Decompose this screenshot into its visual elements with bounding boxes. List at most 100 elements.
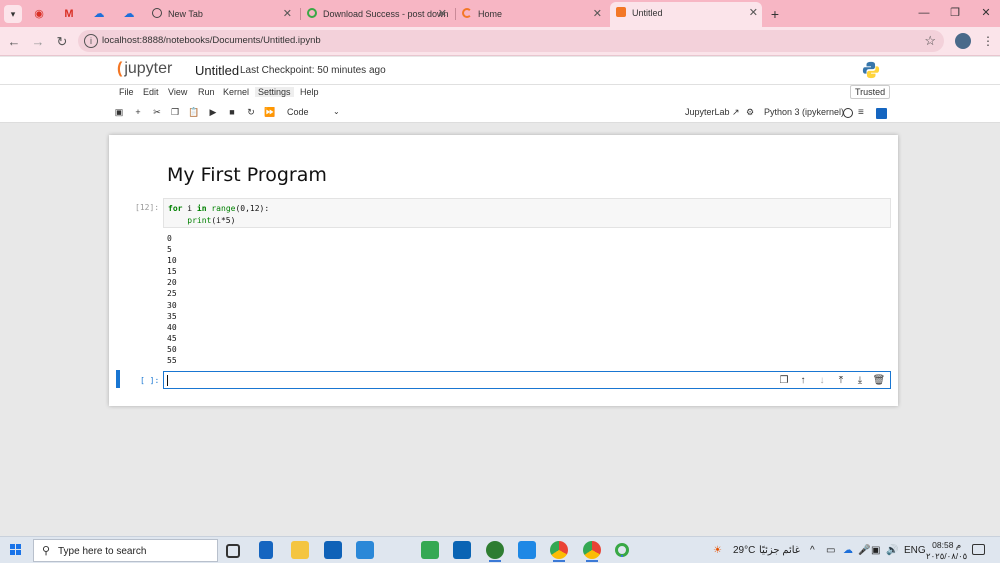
close-tab-icon[interactable]: ✕ xyxy=(749,2,758,24)
insert-below-icon[interactable]: ⤓ xyxy=(853,374,867,388)
restart-icon[interactable]: ↻ xyxy=(244,106,258,119)
clock[interactable]: 08:58 م ٢٠٢٥/٠٨/٠٥ xyxy=(926,540,967,562)
jupyterlab-link[interactable]: JupyterLab ↗ xyxy=(685,107,740,118)
restore-icon[interactable]: ❐ xyxy=(943,4,967,22)
chrome-icon[interactable] xyxy=(550,541,568,562)
markdown-heading[interactable]: My First Program xyxy=(167,164,327,186)
pinned-tab-onedrive-icon[interactable]: ☁ xyxy=(88,5,110,23)
outlook-icon[interactable] xyxy=(453,541,471,559)
meet-icon[interactable] xyxy=(421,541,439,559)
menu-kernel[interactable]: Kernel xyxy=(223,87,249,97)
database-app-icon[interactable] xyxy=(518,541,536,559)
microphone-icon[interactable]: 🎤 xyxy=(858,545,870,556)
hamburger-menu-icon[interactable]: ≡ xyxy=(858,107,864,118)
tab-label: New Tab xyxy=(168,9,203,19)
search-icon: ⚲ xyxy=(42,545,51,557)
pinned-tab-pinterest-icon[interactable]: ◉ xyxy=(28,5,50,23)
restart-run-all-icon[interactable]: ⏩ xyxy=(263,106,277,119)
pinned-tab-gmail-icon[interactable]: M xyxy=(58,5,80,23)
reload-icon[interactable]: ↻ xyxy=(53,33,71,51)
url-text[interactable]: localhost:8888/notebooks/Documents/Untit… xyxy=(102,35,321,46)
back-icon[interactable]: ← xyxy=(5,33,23,51)
move-up-icon[interactable]: ↑ xyxy=(796,374,810,388)
tab-label: Home xyxy=(478,9,503,19)
microsoft-store-icon[interactable] xyxy=(324,541,342,559)
menu-help[interactable]: Help xyxy=(300,87,319,97)
tab-untitled[interactable]: Untitled ✕ xyxy=(610,2,762,27)
property-inspector-icon[interactable] xyxy=(876,108,887,119)
windows-start-icon[interactable] xyxy=(10,544,22,556)
trusted-indicator[interactable]: Trusted xyxy=(850,85,891,99)
code-cell-prompt: [12]: xyxy=(135,203,160,212)
kernel-name[interactable]: Python 3 (ipykernel) xyxy=(764,107,844,117)
tab-new-tab[interactable]: New Tab ✕ xyxy=(150,4,296,24)
file-explorer-icon[interactable] xyxy=(291,541,309,559)
notebook-toolbar: ▣ + ✂ ❐ 📋 ▶ ■ ↻ ⏩ Code ⌄ JupyterLab ↗ ⚙ … xyxy=(0,102,1000,123)
cell-output: 0 5 10 15 20 25 30 35 40 45 50 55 xyxy=(167,233,177,366)
code-editor[interactable]: for i in range(0,12): print(i*5) xyxy=(168,203,269,227)
output-line: 0 xyxy=(167,234,172,243)
loading-app-icon[interactable] xyxy=(615,543,629,557)
output-line: 40 xyxy=(167,322,177,332)
delete-cell-icon[interactable]: 🗑 xyxy=(872,374,886,388)
site-info-icon[interactable]: i xyxy=(84,34,98,48)
app-icon[interactable] xyxy=(486,541,504,562)
output-line: 55 xyxy=(167,356,177,366)
menu-run[interactable]: Run xyxy=(198,87,215,97)
network-icon[interactable]: ▣ xyxy=(871,545,880,556)
minimize-icon[interactable]: — xyxy=(912,4,936,22)
save-icon[interactable]: ▣ xyxy=(112,106,126,119)
tab-home[interactable]: Home ✕ xyxy=(460,4,606,24)
tab-search-dropdown-icon[interactable]: ▾ xyxy=(4,5,22,23)
duplicate-cell-icon[interactable]: ❐ xyxy=(777,374,791,388)
bookmark-app-icon[interactable] xyxy=(259,541,273,559)
mail-icon[interactable] xyxy=(356,541,374,559)
close-tab-icon[interactable]: ✕ xyxy=(283,4,292,24)
chevron-down-icon[interactable]: ⌄ xyxy=(333,107,340,116)
tray-app-icon[interactable]: ▭ xyxy=(826,545,835,556)
bookmark-star-icon[interactable]: ☆ xyxy=(924,33,936,49)
cut-icon[interactable]: ✂ xyxy=(150,106,164,119)
jupyter-logo[interactable]: (jupyter xyxy=(117,60,172,78)
copy-icon[interactable]: ❐ xyxy=(168,106,182,119)
gear-icon[interactable]: ⚙ xyxy=(746,107,754,118)
windows-taskbar: ⚲ Type here to search ☀ 29°C غائم جزئيًا… xyxy=(0,536,1000,563)
close-window-icon[interactable]: ✕ xyxy=(974,4,998,22)
close-tab-icon[interactable]: ✕ xyxy=(593,4,602,24)
code-cell[interactable]: for i in range(0,12): print(i*5) xyxy=(163,198,891,228)
browser-menu-icon[interactable]: ⋮ xyxy=(982,33,994,49)
forward-icon[interactable]: → xyxy=(29,33,47,51)
onedrive-icon[interactable]: ☁ xyxy=(843,545,853,556)
tab-download-success[interactable]: Download Success - post down ✕ xyxy=(305,4,451,24)
stop-icon[interactable]: ■ xyxy=(225,106,239,119)
insert-above-icon[interactable]: ⤒ xyxy=(834,374,848,388)
notebook-title[interactable]: Untitled xyxy=(195,63,239,78)
menu-file[interactable]: File xyxy=(119,87,134,97)
menu-settings[interactable]: Settings xyxy=(255,87,294,97)
move-down-icon[interactable]: ↓ xyxy=(815,374,829,388)
paste-icon[interactable]: 📋 xyxy=(187,106,201,119)
close-tab-icon[interactable]: ✕ xyxy=(438,4,447,24)
cell-type-select[interactable]: Code xyxy=(287,107,309,117)
menu-view[interactable]: View xyxy=(168,87,187,97)
weather-temp[interactable]: 29°C xyxy=(733,545,755,556)
language-indicator[interactable]: ENG xyxy=(904,545,926,556)
show-hidden-icons[interactable]: ^ xyxy=(810,545,815,556)
weather-icon[interactable]: ☀ xyxy=(713,545,722,556)
notification-icon[interactable] xyxy=(972,544,985,555)
output-line: 25 xyxy=(167,289,177,299)
empty-code-cell[interactable]: ❐ ↑ ↓ ⤒ ⤓ 🗑 xyxy=(163,371,891,389)
profile-avatar[interactable] xyxy=(955,33,971,49)
pinned-tab-onedrive-icon[interactable]: ☁ xyxy=(118,5,140,23)
run-icon[interactable]: ▶ xyxy=(206,106,220,119)
insert-cell-icon[interactable]: + xyxy=(131,106,145,119)
menu-edit[interactable]: Edit xyxy=(143,87,159,97)
address-bar[interactable]: i localhost:8888/notebooks/Documents/Unt… xyxy=(78,30,944,52)
weather-desc[interactable]: غائم جزئيًا xyxy=(759,545,800,556)
new-tab-button[interactable]: + xyxy=(766,5,784,23)
volume-icon[interactable]: 🔊 xyxy=(886,545,898,556)
task-view-icon[interactable] xyxy=(226,544,240,558)
taskbar-search[interactable]: ⚲ Type here to search xyxy=(33,539,218,562)
chrome-profile-icon[interactable] xyxy=(583,541,601,562)
output-line: 35 xyxy=(167,311,177,321)
